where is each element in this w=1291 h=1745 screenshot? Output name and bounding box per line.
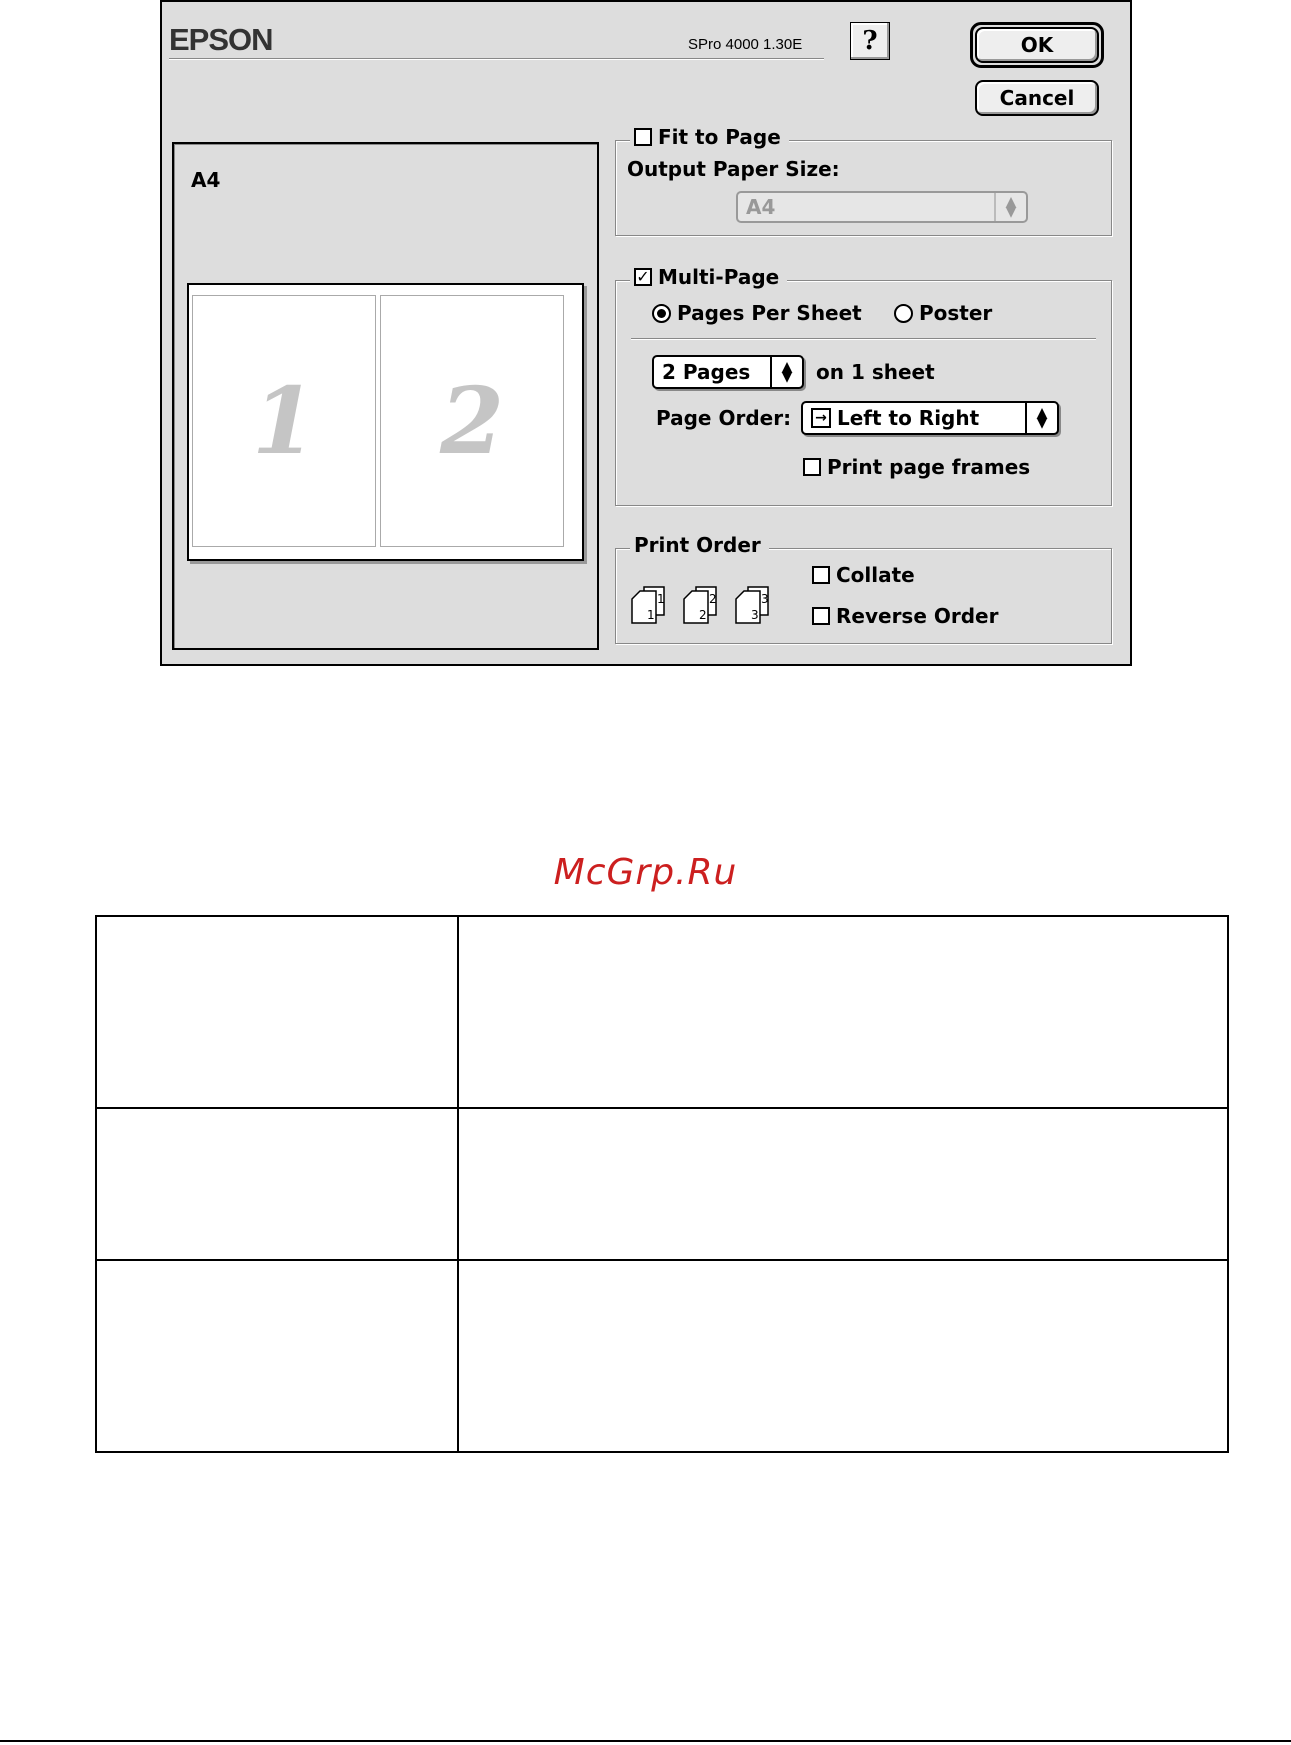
pages-per-sheet-select[interactable]: 2 Pages ▲ ▼ (652, 355, 804, 389)
radio-poster[interactable]: Poster (894, 301, 992, 325)
page-setup-dialog: EPSON SPro 4000 1.30E ? OK Cancel A4 1 2… (160, 0, 1132, 666)
preview-page-1: 1 (192, 295, 376, 547)
preview-page-2: 2 (380, 295, 564, 547)
table-cell (95, 915, 459, 1109)
poster-label: Poster (919, 301, 993, 325)
on-sheet-label: on 1 sheet (816, 360, 935, 384)
help-button[interactable]: ? (850, 22, 890, 60)
fit-to-page-checkbox[interactable]: Fit to Page (630, 125, 789, 149)
page-order-select[interactable]: → Left to Right ▲ ▼ (801, 401, 1059, 435)
page-order-label: Page Order: (656, 406, 792, 430)
output-paper-size-label: Output Paper Size: (627, 157, 840, 181)
layout-preview: A4 1 2 (172, 142, 599, 650)
multi-page-check-icon: ✓ (634, 268, 652, 286)
question-mark-icon: ? (862, 26, 878, 56)
fit-to-page-label: Fit to Page (658, 125, 781, 149)
preview-sheet: 1 2 (187, 283, 584, 561)
multi-page-divider (631, 338, 1096, 340)
page-bottom-rule (0, 1740, 1291, 1742)
table-cell (457, 915, 1229, 1109)
print-frames-check-icon (803, 458, 821, 476)
radio-unselected-icon (894, 303, 913, 323)
table-row (95, 1259, 1229, 1453)
stack-number-1: 1 (657, 592, 665, 606)
multi-page-label: Multi-Page (658, 265, 780, 289)
updown-arrows-icon: ▲ ▼ (770, 357, 802, 387)
pages-per-sheet-value: 2 Pages (662, 360, 751, 384)
stack-number-2b: 2 (699, 608, 707, 622)
pages-per-sheet-label: Pages Per Sheet (677, 301, 862, 325)
header-divider (169, 58, 824, 60)
stack-number-3: 3 (761, 592, 769, 606)
multi-page-checkbox[interactable]: ✓ Multi-Page (630, 265, 788, 289)
print-frames-label: Print page frames (827, 455, 1031, 479)
arrow-right-icon: → (811, 408, 831, 428)
driver-version: SPro 4000 1.30E (688, 36, 803, 53)
preview-paper-size: A4 (191, 168, 221, 192)
collate-checkbox[interactable]: Collate (812, 563, 915, 587)
collate-label: Collate (836, 563, 915, 587)
updown-arrows-icon: ▲ ▼ (1025, 403, 1057, 433)
cancel-button[interactable]: Cancel (975, 80, 1099, 116)
stack-number-3b: 3 (751, 608, 759, 622)
reverse-order-checkbox[interactable]: Reverse Order (812, 604, 998, 628)
table-cell (457, 1107, 1229, 1261)
print-order-label: Print Order (634, 533, 761, 557)
stack-number-1b: 1 (647, 608, 655, 622)
table-row (95, 1107, 1229, 1261)
reverse-order-check-icon (812, 607, 830, 625)
fit-to-page-check-icon (634, 128, 652, 146)
epson-logo: EPSON (169, 22, 274, 57)
print-order-group: Print Order 1 1 2 2 3 3 Collate Reverse … (615, 533, 1112, 644)
ok-button[interactable]: OK (975, 27, 1099, 63)
table-cell (95, 1259, 459, 1453)
doc-table (95, 915, 1229, 1453)
collate-check-icon (812, 566, 830, 584)
table-cell (95, 1107, 459, 1261)
multi-page-group: ✓ Multi-Page Pages Per Sheet Poster 2 Pa… (615, 265, 1112, 506)
print-order-legend: Print Order (630, 533, 769, 557)
print-page-frames-checkbox[interactable]: Print page frames (803, 455, 1030, 479)
page-order-value-wrap: → Left to Right (803, 406, 1025, 430)
output-paper-size-value: A4 (746, 195, 776, 219)
fit-to-page-group: Fit to Page Output Paper Size: A4 ▲ ▼ (615, 125, 1112, 236)
radio-pages-per-sheet[interactable]: Pages Per Sheet (652, 301, 862, 325)
page-order-value: Left to Right (837, 406, 980, 430)
watermark: McGrp.Ru (553, 852, 738, 893)
ok-button-default-ring: OK (970, 22, 1104, 68)
stack-number-2: 2 (709, 592, 717, 606)
print-order-stack-icon: 1 1 2 2 3 3 (631, 586, 769, 624)
reverse-order-label: Reverse Order (836, 604, 999, 628)
output-paper-size-select[interactable]: A4 ▲ ▼ (736, 191, 1028, 223)
updown-arrows-icon: ▲ ▼ (994, 193, 1026, 221)
radio-selected-icon (652, 303, 671, 323)
table-cell (457, 1259, 1229, 1453)
table-row (95, 915, 1229, 1109)
